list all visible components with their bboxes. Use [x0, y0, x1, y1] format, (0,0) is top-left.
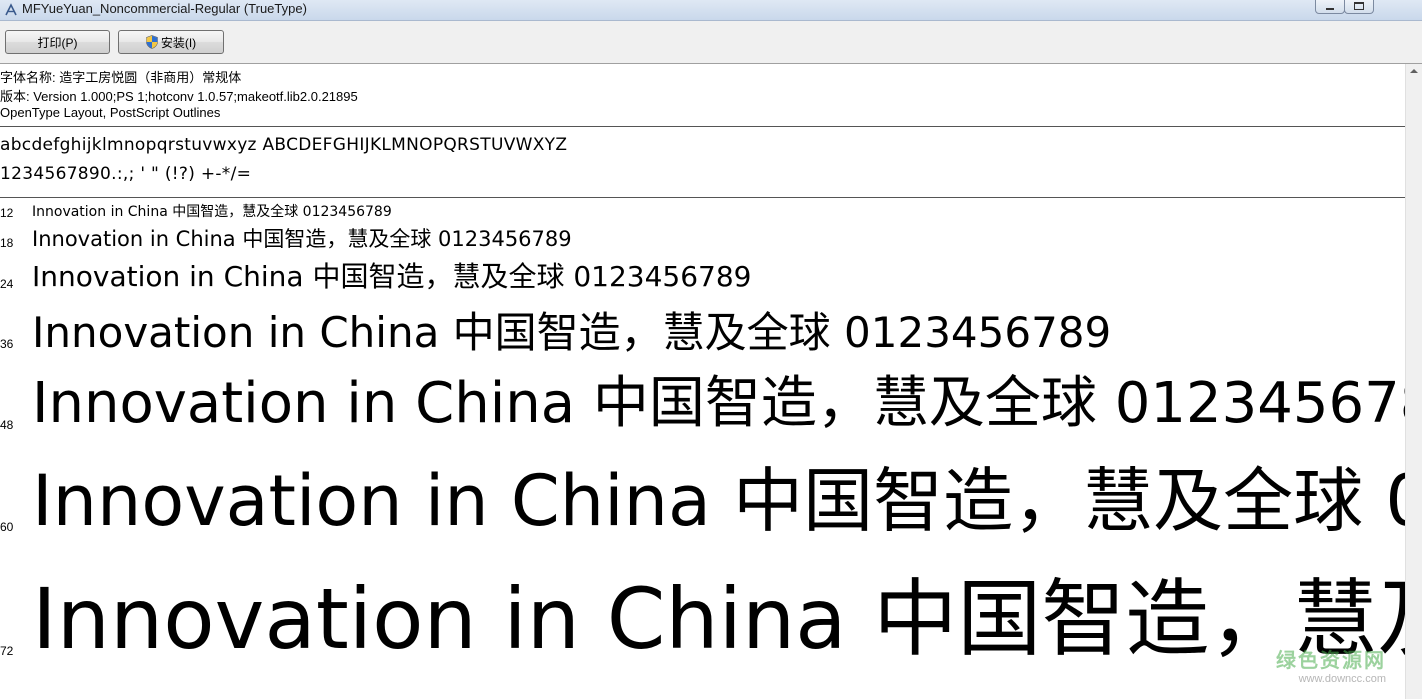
- title-bar[interactable]: MFYueYuan_Noncommercial-Regular (TrueTyp…: [0, 0, 1422, 21]
- font-name-line: 字体名称: 造字工房悦圆（非商用）常规体: [0, 70, 242, 85]
- watermark: 绿色资源网 www.downcc.com: [1276, 644, 1386, 685]
- toolbar: 打印(P) 安装(I): [0, 21, 1422, 64]
- restore-button[interactable]: [1344, 0, 1374, 14]
- font-file-icon: [5, 3, 17, 16]
- size-label: 12: [0, 206, 14, 220]
- sample-text: Innovation in China 中国智造，慧及全球 0123456789: [32, 260, 752, 293]
- charset-digits: 1234567890.:,; ' " (!?) +-*/=: [0, 164, 252, 184]
- watermark-url: www.downcc.com: [1298, 673, 1386, 685]
- size-label: 24: [0, 277, 14, 291]
- print-button[interactable]: 打印(P): [5, 30, 110, 54]
- size-label: 72: [0, 644, 14, 658]
- window-controls: [1315, 0, 1374, 14]
- sample-text: Innovation in China 中国智造，慧及全球 0123456789: [32, 371, 1406, 436]
- font-type-line: OpenType Layout, PostScript Outlines: [0, 105, 221, 120]
- uac-shield-icon: [146, 35, 158, 49]
- sample-text: Innovation in China 中国智造，慧及全球 0123456789: [32, 460, 1406, 542]
- minimize-button[interactable]: [1315, 0, 1345, 14]
- size-label: 48: [0, 418, 14, 432]
- font-viewer-window: MFYueYuan_Noncommercial-Regular (TrueTyp…: [0, 0, 1422, 699]
- sample-text: Innovation in China 中国智造，慧及全球 0123456789: [32, 570, 1406, 668]
- font-version-line: 版本: Version 1.000;PS 1;hotconv 1.0.57;ma…: [0, 89, 358, 104]
- minimize-icon: [1326, 7, 1334, 10]
- scroll-up-arrow-icon[interactable]: [1410, 69, 1418, 73]
- restore-icon: [1354, 1, 1364, 10]
- install-button[interactable]: 安装(I): [118, 30, 224, 54]
- size-label: 36: [0, 337, 14, 351]
- sample-text: Innovation in China 中国智造，慧及全球 0123456789: [32, 308, 1112, 357]
- size-label: 60: [0, 520, 14, 534]
- print-button-label: 打印(P): [37, 35, 78, 50]
- divider: [0, 126, 1406, 127]
- window-title: MFYueYuan_Noncommercial-Regular (TrueTyp…: [22, 1, 307, 16]
- sample-text: Innovation in China 中国智造，慧及全球 0123456789: [32, 227, 572, 251]
- size-label: 18: [0, 236, 14, 250]
- install-button-label: 安装(I): [160, 35, 197, 50]
- sample-text: Innovation in China 中国智造，慧及全球 0123456789: [32, 204, 392, 220]
- divider: [0, 197, 1406, 198]
- font-preview-area: 字体名称: 造字工房悦圆（非商用）常规体 版本: Version 1.000;P…: [0, 64, 1406, 699]
- charset-letters: abcdefghijklmnopqrstuvwxyz ABCDEFGHIJKLM…: [0, 135, 568, 155]
- vertical-scrollbar[interactable]: [1405, 64, 1422, 699]
- watermark-title: 绿色资源网: [1276, 650, 1386, 672]
